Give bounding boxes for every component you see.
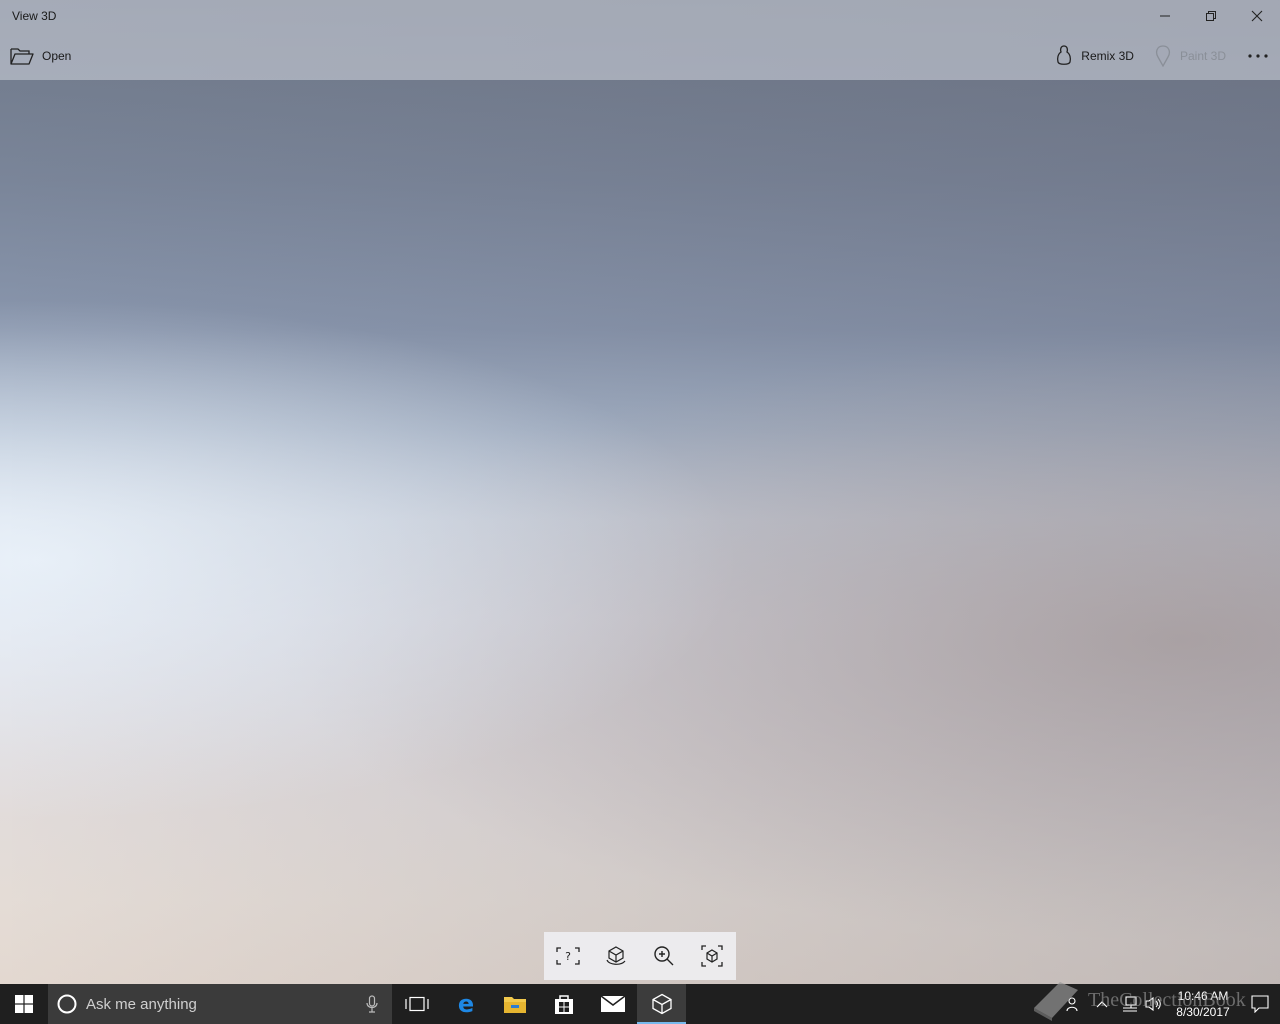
cortana-icon	[57, 994, 77, 1014]
paint3d-icon	[1155, 45, 1170, 67]
clock-date: 8/30/2017	[1176, 1005, 1230, 1019]
chevron-up-icon	[1096, 1001, 1108, 1008]
microphone-button[interactable]	[352, 995, 392, 1013]
notification-icon	[1251, 995, 1269, 1013]
view-toolbar: ?	[544, 932, 736, 980]
title-bar: View 3D	[0, 0, 1280, 32]
minimize-button[interactable]	[1142, 0, 1188, 32]
windows-logo-icon	[15, 995, 33, 1013]
zoom-in-icon	[654, 946, 674, 966]
reset-view-icon	[701, 945, 723, 967]
command-bar: Open Remix 3D Paint 3D	[0, 32, 1280, 80]
network-button[interactable]	[1118, 984, 1142, 1024]
window-title: View 3D	[12, 9, 57, 23]
paint3d-button[interactable]: Paint 3D	[1144, 32, 1236, 80]
more-icon	[1248, 54, 1268, 58]
clock-time: 10:46 AM	[1177, 989, 1229, 1003]
show-hidden-icons-button[interactable]	[1086, 984, 1118, 1024]
close-icon	[1251, 10, 1263, 22]
mail-button[interactable]	[588, 984, 637, 1024]
task-view-button[interactable]	[392, 984, 441, 1024]
mixed-reality-icon: ?	[556, 947, 580, 965]
cortana-search-box[interactable]: Ask me anything	[48, 984, 392, 1024]
view3d-icon	[651, 993, 672, 1015]
more-button[interactable]	[1236, 32, 1280, 80]
3d-viewport[interactable]	[0, 0, 1280, 984]
minimize-icon	[1160, 15, 1170, 17]
folder-open-icon	[10, 48, 34, 65]
mail-icon	[600, 995, 625, 1012]
microphone-icon	[366, 995, 378, 1013]
people-button[interactable]	[1062, 984, 1086, 1024]
action-center-button[interactable]	[1240, 984, 1280, 1024]
reset-view-button[interactable]	[692, 936, 732, 976]
view3d-taskbar-button[interactable]	[637, 984, 686, 1024]
view3d-window: View 3D Open Remix 3D Paint 3D ?	[0, 0, 1280, 984]
remix3d-icon	[1057, 45, 1072, 65]
edge-button[interactable]: e	[441, 984, 490, 1024]
close-button[interactable]	[1234, 0, 1280, 32]
restore-icon	[1206, 11, 1216, 21]
search-placeholder: Ask me anything	[86, 995, 197, 1013]
svg-text:?: ?	[565, 950, 571, 963]
store-button[interactable]	[539, 984, 588, 1024]
start-button[interactable]	[0, 984, 48, 1024]
volume-icon	[1145, 996, 1161, 1012]
clock[interactable]: 10:46 AM 8/30/2017	[1166, 988, 1240, 1020]
network-icon	[1123, 996, 1137, 1012]
animation-button[interactable]	[596, 936, 636, 976]
system-tray: 10:46 AM 8/30/2017	[1062, 984, 1280, 1024]
store-icon	[554, 995, 573, 1014]
open-label: Open	[42, 49, 72, 63]
animation-icon	[606, 946, 626, 965]
people-icon	[1066, 997, 1078, 1012]
mixed-reality-button[interactable]: ?	[548, 936, 588, 976]
open-button[interactable]: Open	[0, 32, 81, 80]
volume-button[interactable]	[1142, 984, 1166, 1024]
svg-text:e: e	[457, 992, 473, 1016]
paint3d-label: Paint 3D	[1179, 49, 1226, 63]
file-explorer-button[interactable]	[490, 984, 539, 1024]
zoom-in-button[interactable]	[644, 936, 684, 976]
folder-icon	[503, 997, 526, 1013]
taskbar: Ask me anything e 10:46 AM 8/30/2017	[0, 984, 1280, 1024]
restore-button[interactable]	[1188, 0, 1234, 32]
edge-icon: e	[457, 992, 473, 1016]
remix3d-label: Remix 3D	[1081, 49, 1134, 63]
remix3d-button[interactable]: Remix 3D	[1045, 32, 1144, 80]
task-view-icon	[404, 996, 429, 1012]
